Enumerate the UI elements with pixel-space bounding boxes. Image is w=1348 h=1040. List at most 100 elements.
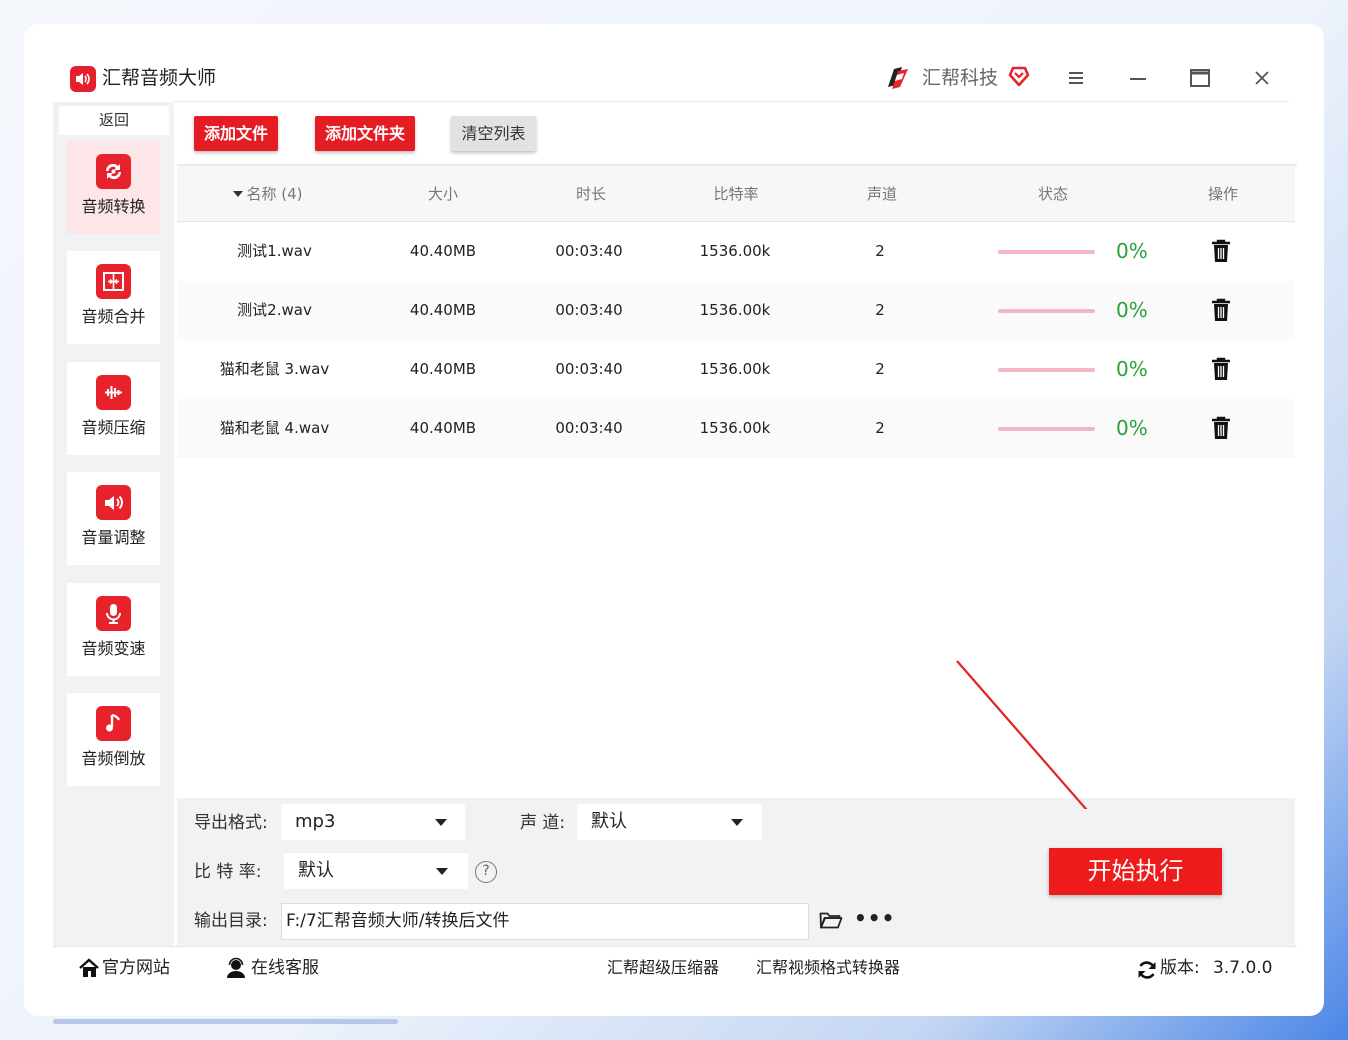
sort-name-header[interactable]: 名称 (4) — [233, 184, 303, 204]
file-channels: 2 — [875, 301, 885, 319]
minimize-icon[interactable] — [1125, 65, 1151, 91]
app-title: 汇帮音频大师 — [102, 67, 217, 89]
official-website-link[interactable]: 官方网站 — [102, 957, 170, 979]
brand-logo-icon — [882, 63, 912, 97]
start-button[interactable]: 开始执行 — [1049, 848, 1222, 895]
delete-trash-icon[interactable] — [1211, 298, 1231, 326]
file-bitrate: 1536.00k — [699, 360, 771, 378]
audio-convert-icon — [96, 154, 131, 189]
app-logo-icon — [70, 66, 96, 92]
progress-bar — [998, 427, 1095, 431]
more-options-button[interactable]: ••• — [854, 908, 895, 928]
video-converter-link[interactable]: 汇帮视频格式转换器 — [756, 957, 900, 979]
sidebar-item-label: 音量调整 — [81, 528, 146, 547]
header-status: 状态 — [1037, 185, 1068, 203]
header-channels: 声道 — [866, 185, 897, 203]
file-duration: 00:03:40 — [555, 419, 623, 437]
refresh-icon[interactable] — [1136, 959, 1158, 985]
file-channels: 2 — [875, 242, 885, 260]
progress-percent: 0% — [1116, 357, 1148, 381]
version-number: 3.7.0.0 — [1213, 958, 1273, 978]
close-icon[interactable] — [1249, 65, 1275, 91]
home-icon — [78, 957, 100, 983]
add-folder-button[interactable]: 添加文件夹 — [315, 116, 415, 151]
menu-icon[interactable] — [1063, 65, 1089, 91]
audio-merge-icon — [96, 264, 131, 299]
sidebar-item-label: 音频压缩 — [81, 418, 146, 437]
format-value: mp3 — [295, 811, 336, 832]
sidebar-item-volume[interactable]: 音量调整 — [67, 472, 160, 565]
channel-label: 声 道: — [520, 813, 566, 833]
music-note-icon — [96, 706, 131, 741]
file-name: 测试2.wav — [237, 301, 312, 319]
folder-icon[interactable] — [819, 910, 843, 934]
header-size: 大小 — [427, 185, 458, 203]
channel-value: 默认 — [591, 811, 627, 832]
progress-percent: 0% — [1116, 298, 1148, 322]
scrollbar[interactable] — [53, 1019, 398, 1024]
settings-panel: 导出格式: mp3 声 道: 默认 比 特 率: 默认 ? 输出目录: F:/7… — [177, 798, 1295, 946]
app-window: 汇帮音频大师 汇帮科技 返回 音频转换 音频合并 音频压缩 音量调整 音频变速 … — [53, 52, 1297, 990]
delete-trash-icon[interactable] — [1211, 239, 1231, 267]
format-select[interactable]: mp3 — [281, 804, 465, 840]
file-duration: 00:03:40 — [555, 301, 623, 319]
clear-list-button[interactable]: 清空列表 — [451, 116, 536, 151]
back-button[interactable]: 返回 — [59, 106, 169, 135]
file-duration: 00:03:40 — [555, 360, 623, 378]
chevron-down-icon — [436, 868, 448, 875]
version-label: 版本: — [1160, 958, 1200, 978]
header-bitrate: 比特率 — [713, 185, 759, 203]
progress-bar — [998, 368, 1095, 372]
sidebar-item-audio-merge[interactable]: 音频合并 — [67, 251, 160, 344]
help-icon[interactable]: ? — [475, 861, 497, 883]
sidebar-item-label: 音频合并 — [81, 307, 146, 326]
file-bitrate: 1536.00k — [699, 301, 771, 319]
file-size: 40.40MB — [409, 301, 477, 319]
bitrate-select[interactable]: 默认 — [284, 853, 468, 889]
sidebar-item-speed[interactable]: 音频变速 — [67, 583, 160, 676]
output-dir-input[interactable]: F:/7汇帮音频大师/转换后文件 — [281, 903, 809, 940]
footer-bar: 官方网站 在线客服 汇帮超级压缩器 汇帮视频格式转换器 版本: 3.7.0.0 — [53, 946, 1297, 990]
title-bar: 汇帮音频大师 汇帮科技 — [53, 52, 1297, 102]
file-size: 40.40MB — [409, 242, 477, 260]
delete-trash-icon[interactable] — [1211, 416, 1231, 444]
delete-trash-icon[interactable] — [1211, 357, 1231, 385]
volume-icon — [96, 485, 131, 520]
sidebar-item-audio-convert[interactable]: 音频转换 — [67, 141, 160, 234]
file-name: 猫和老鼠 4.wav — [219, 419, 330, 437]
sidebar-item-label: 音频转换 — [81, 197, 146, 216]
table-header: 名称 (4) 大小 时长 比特率 声道 状态 操作 — [177, 166, 1295, 222]
file-duration: 00:03:40 — [555, 242, 623, 260]
table-row[interactable]: 猫和老鼠 4.wav 40.40MB 00:03:40 1536.00k 2 0… — [177, 399, 1295, 458]
support-agent-icon — [225, 957, 247, 983]
file-bitrate: 1536.00k — [699, 419, 771, 437]
maximize-icon[interactable] — [1187, 65, 1213, 91]
progress-bar — [998, 250, 1095, 254]
sort-caret-icon — [233, 191, 244, 197]
toolbar: 添加文件 添加文件夹 清空列表 — [174, 102, 1297, 164]
sidebar-item-reverse[interactable]: 音频倒放 — [67, 693, 160, 786]
table-row[interactable]: 猫和老鼠 3.wav 40.40MB 00:03:40 1536.00k 2 0… — [177, 340, 1295, 399]
header-duration: 时长 — [575, 185, 606, 203]
header-name-label: 名称 (4) — [246, 185, 303, 203]
bitrate-label: 比 特 率: — [194, 862, 262, 882]
add-file-button[interactable]: 添加文件 — [194, 116, 278, 151]
bitrate-value: 默认 — [298, 860, 334, 881]
progress-bar — [998, 309, 1095, 313]
output-dir-label: 输出目录: — [194, 911, 268, 931]
file-size: 40.40MB — [409, 360, 477, 378]
audio-compress-icon — [96, 375, 131, 410]
brand-name: 汇帮科技 — [922, 67, 999, 89]
sidebar-item-audio-compress[interactable]: 音频压缩 — [67, 362, 160, 455]
table-row[interactable]: 测试2.wav 40.40MB 00:03:40 1536.00k 2 0% — [177, 281, 1295, 340]
file-channels: 2 — [875, 360, 885, 378]
microphone-icon — [96, 596, 131, 631]
table-row[interactable]: 测试1.wav 40.40MB 00:03:40 1536.00k 2 0% — [177, 222, 1295, 281]
progress-percent: 0% — [1116, 416, 1148, 440]
progress-percent: 0% — [1116, 239, 1148, 263]
online-support-link[interactable]: 在线客服 — [251, 957, 319, 979]
chevron-down-icon — [731, 819, 743, 826]
channel-select[interactable]: 默认 — [577, 804, 762, 840]
sidebar-item-label: 音频变速 — [81, 639, 146, 658]
compressor-link[interactable]: 汇帮超级压缩器 — [607, 957, 719, 979]
